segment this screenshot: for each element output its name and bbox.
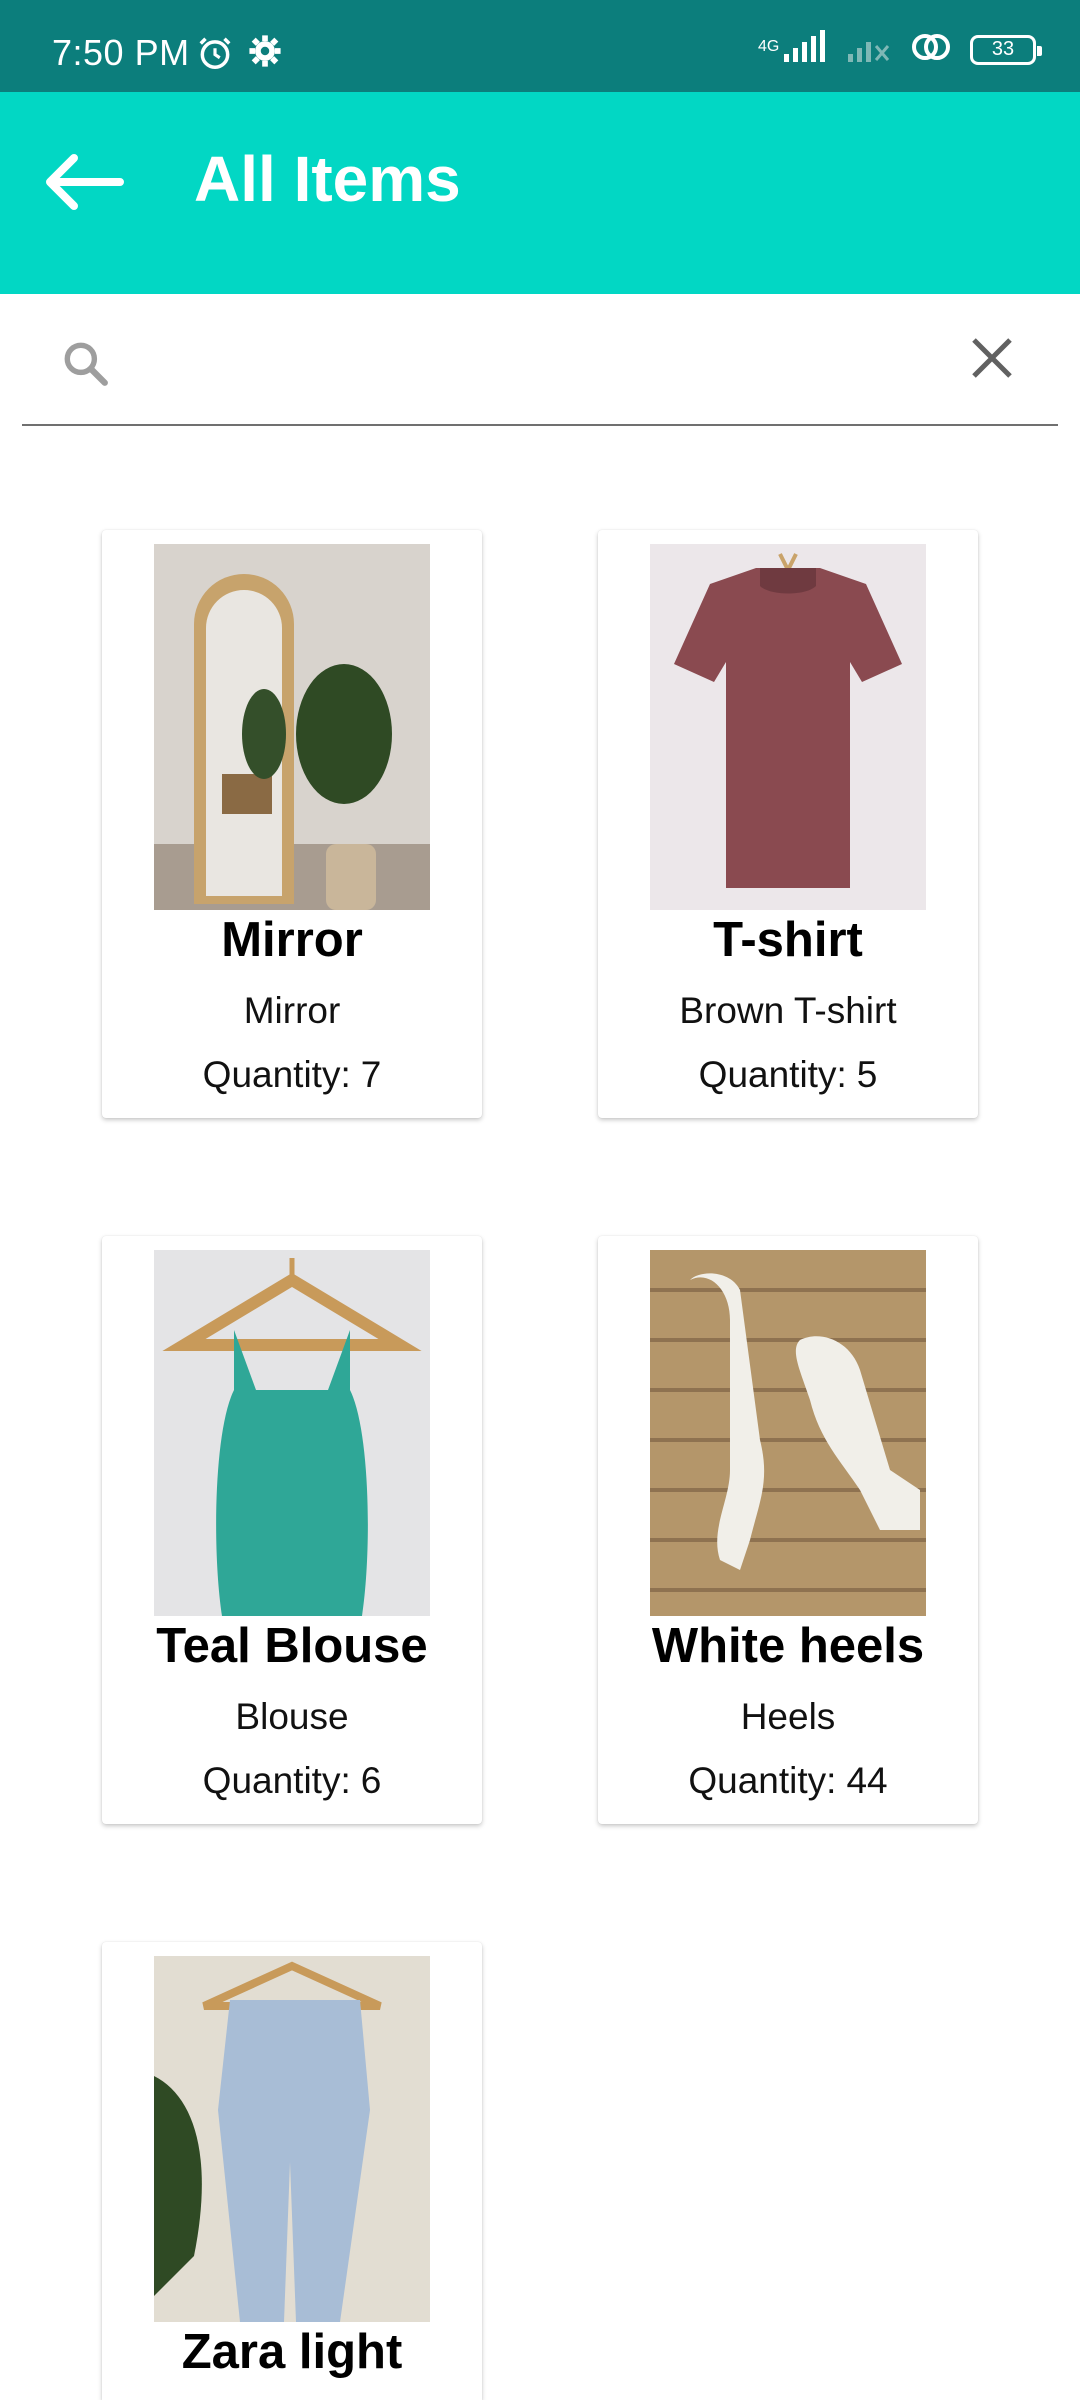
- clear-search-button[interactable]: [966, 332, 1018, 384]
- status-right-icons: 33: [782, 30, 1042, 69]
- item-quantity: Quantity: 44: [598, 1760, 978, 1802]
- gear-icon: [248, 34, 282, 77]
- jeans-photo: [154, 1956, 430, 2322]
- close-icon: [972, 338, 1012, 378]
- item-quantity: Quantity: 6: [102, 1760, 482, 1802]
- page-title: All Items: [194, 143, 461, 215]
- back-button[interactable]: [36, 136, 128, 228]
- mirror-photo: [154, 544, 430, 910]
- tshirt-photo: [650, 544, 926, 910]
- quantity-label: Quantity:: [688, 1760, 837, 1801]
- item-description: Heels: [740, 1696, 836, 1737]
- arrow-left-icon: [46, 154, 124, 210]
- item-name: T-shirt: [713, 913, 863, 967]
- quantity-value: 6: [360, 1760, 382, 1801]
- quantity-value: 5: [856, 1054, 878, 1095]
- item-card[interactable]: White heels Heels Quantity: 44: [598, 1236, 978, 1824]
- item-name: Teal Blouse: [156, 1619, 428, 1673]
- alarm-icon: [196, 34, 234, 77]
- quantity-value: 44: [846, 1760, 888, 1801]
- signal-icon: [782, 30, 828, 69]
- item-quantity: Quantity: 7: [102, 1054, 482, 1096]
- item-name: Mirror: [221, 913, 363, 967]
- item-name: White heels: [651, 1619, 925, 1673]
- status-bar: 7:50 PM 4G 33: [0, 0, 1080, 92]
- network-type: 4G: [758, 38, 780, 55]
- status-left-icons: [196, 34, 282, 77]
- item-card[interactable]: Zara light: [102, 1942, 482, 2400]
- quantity-label: Quantity:: [202, 1054, 351, 1095]
- heels-photo: [650, 1250, 926, 1616]
- item-description: Blouse: [235, 1696, 349, 1737]
- item-description: Mirror: [243, 990, 341, 1031]
- item-card[interactable]: T-shirt Brown T-shirt Quantity: 5: [598, 530, 978, 1118]
- search-input[interactable]: [132, 328, 952, 392]
- blouse-photo: [154, 1250, 430, 1616]
- quantity-label: Quantity:: [698, 1054, 847, 1095]
- app-bar: All Items: [0, 92, 1080, 294]
- link-icon: [910, 30, 952, 69]
- item-name: Zara light: [181, 2325, 403, 2379]
- quantity-value: 7: [360, 1054, 382, 1095]
- item-card[interactable]: Teal Blouse Blouse Quantity: 6: [102, 1236, 482, 1824]
- item-card[interactable]: Mirror Mirror Quantity: 7: [102, 530, 482, 1118]
- search-bar: [22, 296, 1058, 426]
- battery-icon: 33: [970, 34, 1042, 65]
- quantity-label: Quantity:: [202, 1760, 351, 1801]
- signal-off-icon: [846, 30, 892, 69]
- search-icon: [60, 338, 110, 393]
- item-description: Brown T-shirt: [679, 990, 897, 1031]
- status-time: 7:50 PM: [52, 32, 190, 73]
- item-quantity: Quantity: 5: [598, 1054, 978, 1096]
